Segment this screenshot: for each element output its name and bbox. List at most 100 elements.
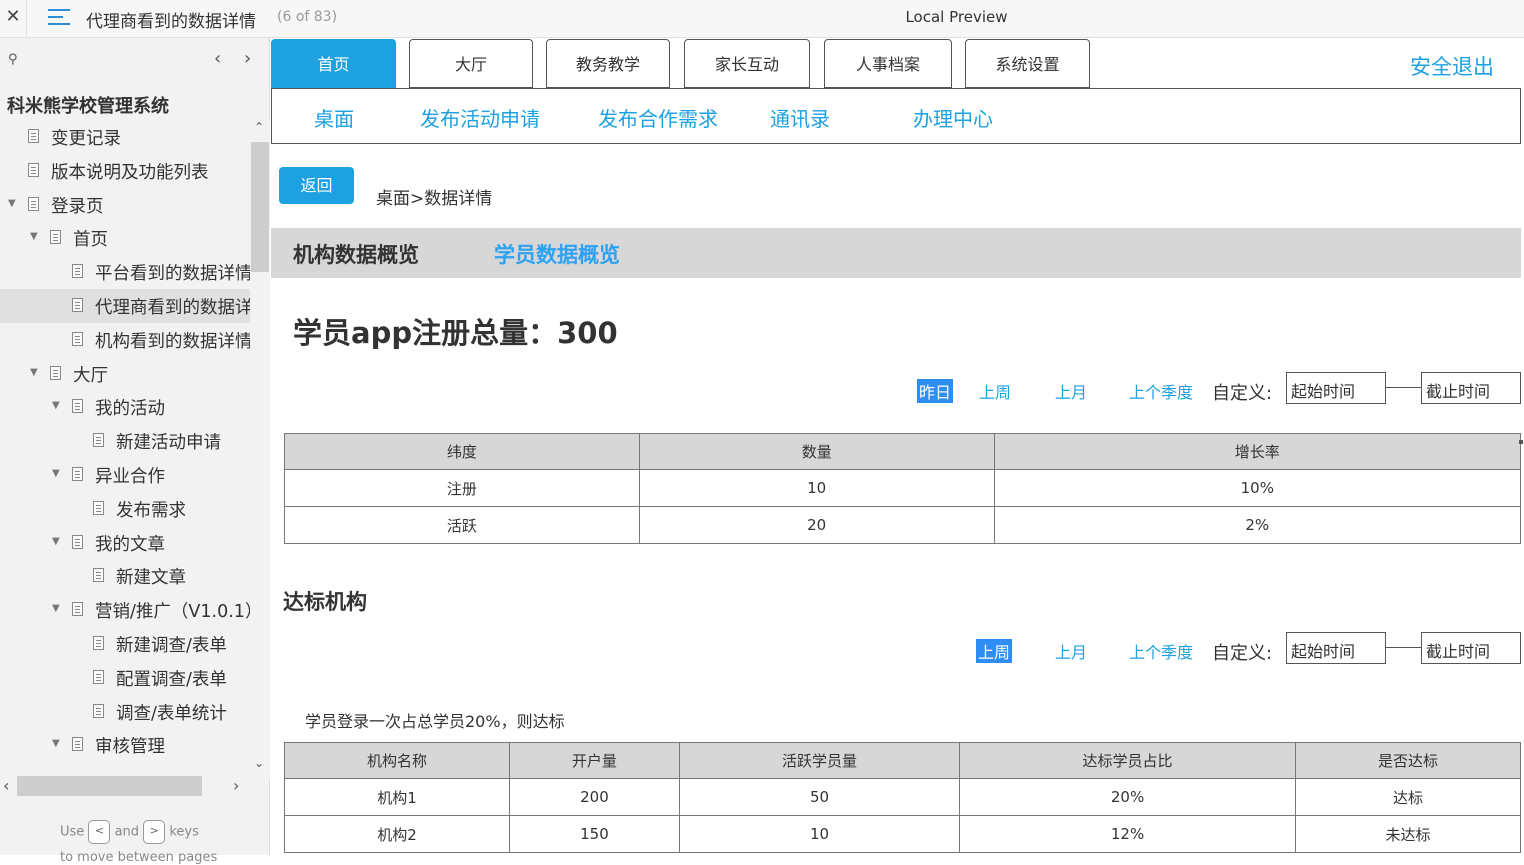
close-icon[interactable]: ✕: [0, 0, 27, 38]
horizontal-scrollbar[interactable]: ‹ ›: [0, 775, 250, 799]
time-filter-option[interactable]: 上月: [1055, 379, 1087, 403]
subnav-link[interactable]: 发布合作需求: [598, 103, 718, 132]
sidebar-item[interactable]: 代理商看到的数据详情: [0, 289, 250, 323]
column-header: 达标学员占比: [959, 742, 1296, 779]
qualified-orgs-table: 机构名称 开户量 活跃学员量 达标学员占比 是否达标 机构1 200 50 20% 达标 机构2 15…: [283, 742, 1522, 853]
sidebar-item-label: 版本说明及功能列表: [51, 162, 209, 183]
prev-page-icon[interactable]: ‹: [214, 48, 221, 69]
sidebar-item[interactable]: 版本说明及功能列表: [0, 154, 250, 188]
sidebar-item[interactable]: 发布需求: [0, 492, 250, 526]
next-page-icon[interactable]: ›: [244, 48, 251, 69]
table-cell: 12%: [959, 815, 1296, 853]
page-tree: 变更记录版本说明及功能列表 ▼ 登录页 ▼ 首页平台看到的数据详情代理商看到的数据详情机…: [0, 120, 250, 770]
tab-org-overview[interactable]: 机构数据概览: [293, 239, 419, 269]
expand-arrow-icon[interactable]: ▼: [52, 738, 60, 749]
expand-arrow-icon[interactable]: ▼: [8, 198, 16, 209]
right-key-icon: >: [143, 820, 166, 844]
subnav-link[interactable]: 发布活动申请: [420, 103, 540, 132]
scroll-right-icon[interactable]: ›: [233, 776, 239, 795]
vertical-scrollbar[interactable]: ⌃ ⌄: [250, 120, 270, 780]
main-tab[interactable]: 首页: [271, 39, 396, 88]
sidebar-item[interactable]: 配置调查/表单: [0, 661, 250, 695]
time-filter-option[interactable]: 上月: [1055, 639, 1087, 663]
start-date-input[interactable]: 起始时间: [1286, 632, 1386, 664]
sidebar: ⚲ ‹ › 科米熊学校管理系统 变更记录版本说明及功能列表 ▼ 登录页 ▼ 首页 平台看到…: [0, 38, 270, 865]
end-date-input[interactable]: 截止时间: [1421, 372, 1521, 404]
scroll-up-icon[interactable]: ⌃: [254, 120, 264, 134]
main-tab[interactable]: 系统设置: [965, 39, 1090, 88]
scroll-down-icon[interactable]: ⌄: [254, 756, 264, 770]
sidebar-item[interactable]: 调查/表单统计: [0, 695, 250, 729]
tab-student-overview[interactable]: 学员数据概览: [494, 239, 620, 269]
sidebar-item[interactable]: ▼ 大厅: [0, 357, 250, 391]
sidebar-item[interactable]: 平台看到的数据详情: [0, 255, 250, 289]
sidebar-item[interactable]: 机构活动详情: [0, 762, 250, 770]
end-date-input[interactable]: 截止时间: [1421, 632, 1521, 664]
page-icon: [50, 365, 61, 380]
hint-line2: to move between pages: [60, 850, 218, 865]
hamburger-menu-icon[interactable]: [48, 9, 70, 29]
sidebar-item-label: 我的活动: [95, 399, 165, 420]
sidebar-item[interactable]: 新建活动申请: [0, 424, 250, 458]
sidebar-item[interactable]: ▼ 首页: [0, 221, 250, 255]
time-filter-option[interactable]: 上周: [979, 379, 1011, 403]
expand-arrow-icon[interactable]: ▼: [30, 367, 38, 378]
sidebar-item-label: 新建调查/表单: [116, 636, 227, 656]
subnav-link[interactable]: 办理中心: [913, 103, 993, 132]
expand-arrow-icon[interactable]: ▼: [52, 400, 60, 411]
table-cell: 200: [509, 778, 680, 816]
sidebar-item-label: 登录页: [51, 196, 104, 217]
sidebar-item[interactable]: ▼ 异业合作: [0, 458, 250, 492]
scroll-left-icon[interactable]: ‹: [3, 776, 9, 795]
time-filter-option[interactable]: 上个季度: [1129, 379, 1193, 403]
sidebar-item[interactable]: ▼ 审核管理: [0, 728, 250, 762]
page-count: (6 of 83): [277, 9, 338, 25]
table-cell: 20: [638, 506, 995, 544]
table-cell: 未达标: [1294, 815, 1522, 853]
qualified-orgs-title: 达标机构: [283, 590, 367, 614]
project-name: 科米熊学校管理系统: [7, 96, 169, 117]
expand-arrow-icon[interactable]: ▼: [30, 231, 38, 242]
table-cell: 50: [678, 778, 961, 816]
start-date-input[interactable]: 起始时间: [1286, 372, 1386, 404]
custom-range-label: 自定义:: [1212, 643, 1273, 664]
search-icon[interactable]: ⚲: [8, 52, 18, 67]
subnav-link[interactable]: 通讯录: [770, 103, 830, 132]
custom-range-label: 自定义:: [1212, 383, 1273, 404]
subnav-link[interactable]: 桌面: [314, 103, 354, 132]
expand-arrow-icon[interactable]: ▼: [52, 536, 60, 547]
expand-arrow-icon[interactable]: ▼: [52, 603, 60, 614]
time-filter-option[interactable]: 上个季度: [1129, 639, 1193, 663]
table-cell: 150: [509, 815, 680, 853]
main-tab[interactable]: 人事档案: [824, 39, 952, 88]
table-cell: 10%: [993, 469, 1522, 507]
main-tab[interactable]: 教务教学: [546, 39, 670, 88]
sidebar-item[interactable]: 变更记录: [0, 120, 250, 154]
sidebar-item[interactable]: ▼ 我的文章: [0, 526, 250, 560]
main-tab[interactable]: 大厅: [409, 39, 533, 88]
sidebar-item[interactable]: 新建文章: [0, 559, 250, 593]
sidebar-item[interactable]: ▼ 我的活动: [0, 390, 250, 424]
column-header: 增长率: [993, 433, 1522, 470]
sidebar-item-label: 变更记录: [51, 129, 121, 149]
table-cell: 10: [638, 469, 995, 507]
logout-link[interactable]: 安全退出: [1410, 51, 1494, 81]
back-button[interactable]: 返回: [279, 167, 354, 204]
sidebar-item[interactable]: 机构看到的数据详情: [0, 323, 250, 357]
table-cell: 机构1: [283, 778, 511, 816]
main-tab[interactable]: 家长互动: [684, 39, 810, 88]
page-icon: [93, 703, 104, 718]
page-icon: [93, 500, 104, 515]
sidebar-item[interactable]: ▼ 登录页: [0, 188, 250, 222]
sidebar-item-label: 调查/表单统计: [116, 703, 227, 724]
page-icon: [72, 298, 83, 312]
scroll-h-thumb[interactable]: [17, 776, 202, 796]
sidebar-item-label: 大厅: [73, 365, 108, 386]
time-filter-option[interactable]: 上周: [976, 639, 1013, 663]
sidebar-item[interactable]: ▼ 营销/推广（V1.0.1）: [0, 593, 250, 627]
expand-arrow-icon[interactable]: ▼: [52, 468, 60, 479]
scroll-thumb[interactable]: [251, 142, 269, 272]
sidebar-item[interactable]: 新建调查/表单: [0, 627, 250, 661]
top-bar: ✕ 代理商看到的数据详情 (6 of 83) Local Preview: [0, 0, 1524, 38]
time-filter-option[interactable]: 昨日: [917, 379, 954, 403]
